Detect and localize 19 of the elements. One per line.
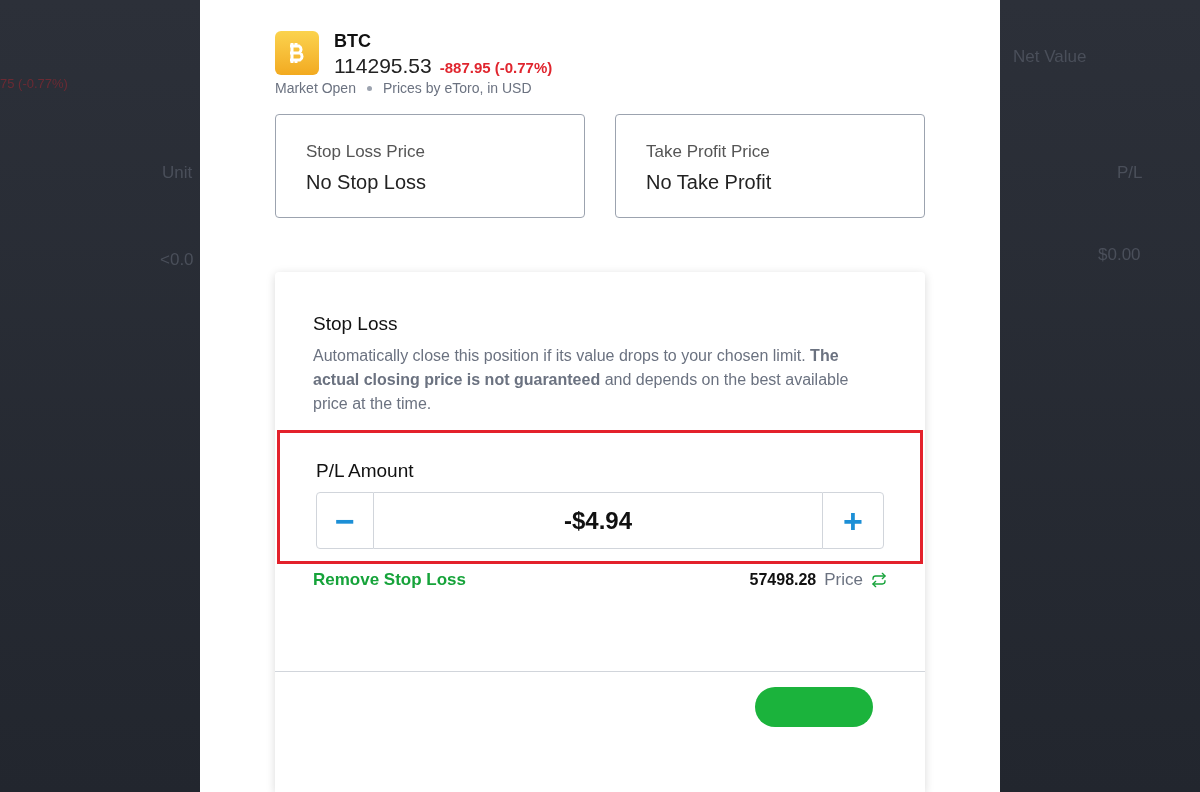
increase-button[interactable]: +: [822, 492, 884, 549]
amount-field[interactable]: -$4.94: [374, 492, 822, 549]
price-card[interactable]: Stop Loss Price No Stop Loss: [275, 114, 585, 218]
background-change: 75 (-0.77%): [0, 75, 69, 93]
price-change: -887.95 (-0.77%): [439, 58, 553, 78]
market-status: Market Open: [275, 79, 356, 98]
price-card[interactable]: Take Profit Price No Take Profit: [615, 114, 925, 218]
instrument-price: 114295.53: [334, 53, 432, 79]
section-description: Automatically close this position if its value drops to your chosen limit. The actual closing price is not guaranteed and depends on the best available price at the time.: [313, 346, 850, 414]
trigger-price: 57498.28: [749, 569, 817, 590]
section-title: Stop Loss: [313, 312, 399, 336]
instrument-symbol: BTC: [334, 30, 372, 52]
confirm-button[interactable]: [755, 686, 873, 727]
field-label: P/L Amount: [316, 459, 415, 483]
price-source: Prices by eToro, in USD: [382, 79, 532, 98]
decrease-button[interactable]: −: [316, 492, 374, 549]
bitcoin-logo-icon: [275, 31, 319, 75]
switch-icon[interactable]: [871, 571, 887, 588]
price-label: Price: [824, 569, 863, 591]
